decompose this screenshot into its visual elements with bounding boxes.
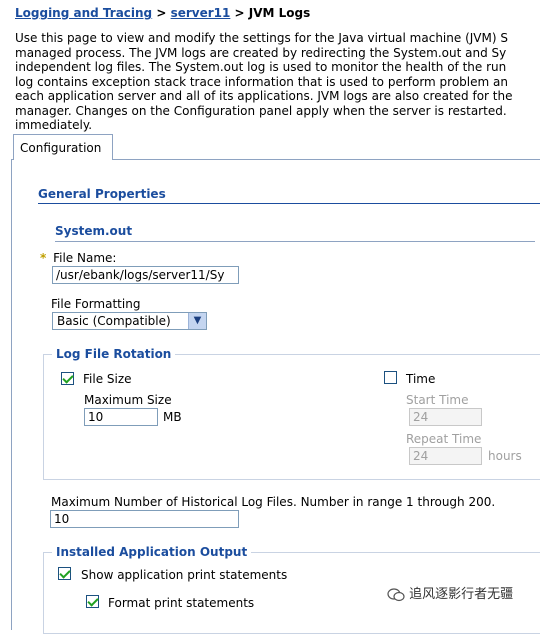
- breadcrumb: Logging and Tracing > server11 > JVM Log…: [15, 6, 310, 20]
- maximum-size-label: Maximum Size: [84, 393, 172, 407]
- historical-log-files-input[interactable]: 10: [50, 510, 239, 528]
- historical-log-files-label: Maximum Number of Historical Log Files. …: [51, 495, 496, 509]
- repeat-time-unit: hours: [488, 449, 522, 463]
- description-line: managed process. The JVM logs are create…: [15, 45, 507, 60]
- file-formatting-select[interactable]: Basic (Compatible) ▼: [52, 312, 207, 330]
- file-name-label: File Name:: [53, 251, 117, 265]
- description-line: log contains exception stack trace infor…: [15, 74, 508, 89]
- description-line: immediately.: [15, 118, 93, 132]
- wechat-icon: [387, 587, 405, 602]
- file-formatting-value: Basic (Compatible): [57, 314, 171, 328]
- format-print-statements-checkbox[interactable]: [86, 595, 99, 608]
- description-line: each application server and all of its a…: [15, 89, 513, 103]
- watermark-text: 追风逐影行者无疆: [409, 587, 514, 602]
- file-name-input[interactable]: /usr/ebank/logs/server11/Sy: [52, 266, 239, 284]
- required-marker: *: [40, 251, 47, 265]
- repeat-time-input[interactable]: 24: [409, 447, 482, 465]
- breadcrumb-link-logging-tracing[interactable]: Logging and Tracing: [15, 6, 152, 20]
- repeat-time-label: Repeat Time: [406, 432, 482, 446]
- installed-application-output-legend: Installed Application Output: [52, 545, 252, 559]
- show-print-statements-label: Show application print statements: [81, 568, 288, 582]
- format-print-statements-label: Format print statements: [108, 596, 255, 610]
- file-formatting-label: File Formatting: [51, 297, 141, 311]
- description-line: independent log files. The System.out lo…: [15, 60, 507, 74]
- breadcrumb-separator: >: [230, 6, 249, 20]
- maximum-size-input[interactable]: 10: [84, 408, 158, 426]
- file-size-label: File Size: [83, 372, 132, 386]
- start-time-input[interactable]: 24: [409, 408, 482, 426]
- breadcrumb-link-server[interactable]: server11: [171, 6, 231, 20]
- watermark: 追风逐影行者无疆: [387, 583, 513, 602]
- general-properties-heading: General Properties: [38, 187, 540, 204]
- chevron-down-icon[interactable]: ▼: [188, 313, 206, 329]
- time-checkbox[interactable]: [384, 371, 397, 384]
- file-size-checkbox[interactable]: [61, 372, 74, 385]
- system-out-heading: System.out: [55, 224, 535, 242]
- description-line: Use this page to view and modify the set…: [15, 31, 508, 45]
- tab-configuration[interactable]: Configuration: [13, 134, 113, 160]
- show-print-statements-checkbox[interactable]: [58, 567, 71, 580]
- log-file-rotation-legend: Log File Rotation: [52, 347, 176, 361]
- description-line: manager. Changes on the Configuration pa…: [15, 103, 507, 118]
- page-description: Use this page to view and modify the set…: [15, 31, 540, 133]
- maximum-size-unit: MB: [163, 410, 182, 424]
- breadcrumb-current: JVM Logs: [248, 6, 311, 20]
- time-label: Time: [406, 372, 436, 386]
- file-name-label-row: * File Name:: [40, 251, 116, 265]
- start-time-label: Start Time: [406, 393, 469, 407]
- breadcrumb-separator: >: [152, 6, 171, 20]
